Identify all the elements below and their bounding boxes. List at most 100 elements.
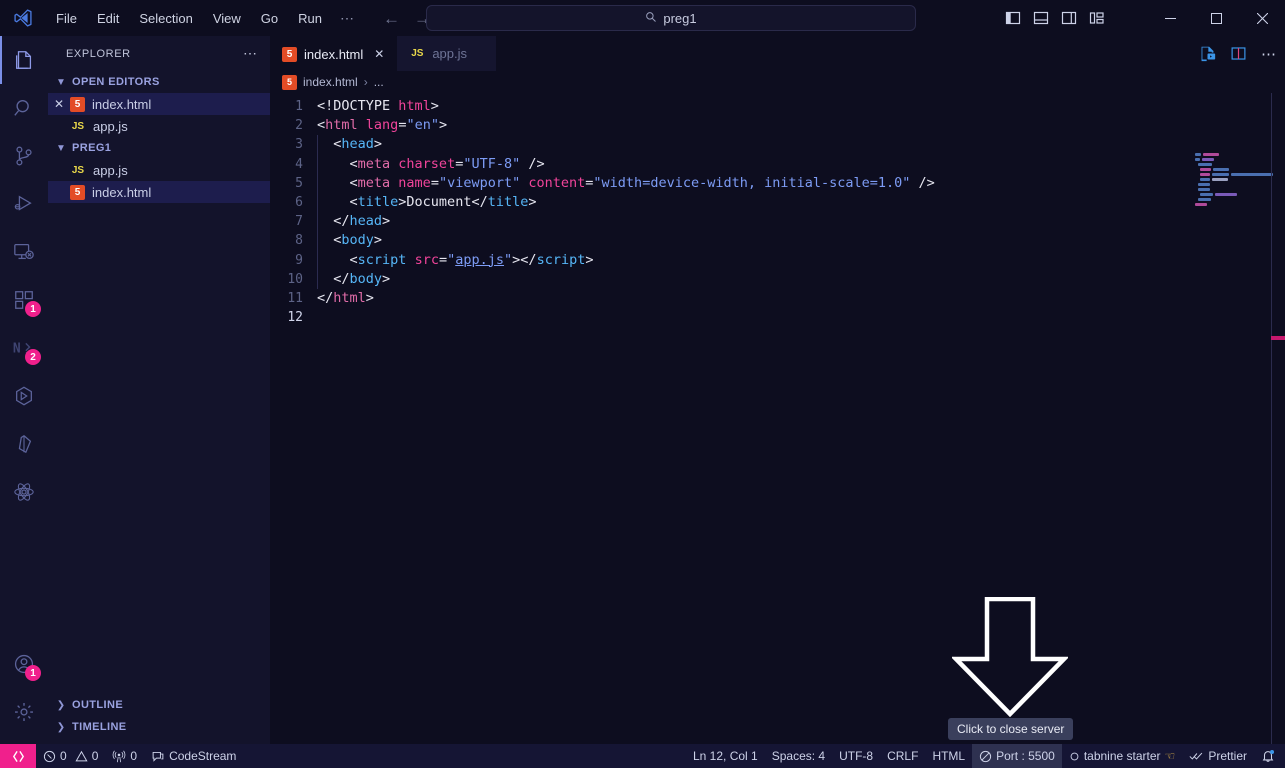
- line-number: 9: [295, 252, 303, 268]
- line-content[interactable]: <meta name="viewport" content="width=dev…: [317, 173, 1285, 193]
- menu-selection[interactable]: Selection: [130, 7, 201, 30]
- menu-overflow-icon[interactable]: ⋯: [332, 8, 363, 29]
- line-content[interactable]: <meta charset="UTF-8" />: [317, 154, 1285, 174]
- indent-guide: [317, 269, 318, 289]
- minimize-button[interactable]: [1147, 0, 1193, 36]
- status-codestream[interactable]: CodeStream: [144, 744, 243, 768]
- file-index-html[interactable]: 5 index.html: [48, 181, 270, 203]
- html5-icon: 5: [70, 96, 85, 112]
- code-token: html: [333, 289, 366, 306]
- section-open-editors[interactable]: ▼ OPEN EDITORS: [48, 71, 270, 93]
- menu-run[interactable]: Run: [289, 7, 331, 30]
- breadcrumb-file[interactable]: index.html: [303, 75, 358, 89]
- activity-source-control[interactable]: [0, 132, 48, 180]
- activity-remote-explorer[interactable]: [0, 228, 48, 276]
- code-token: "width=device-width, initial-scale=1.0": [593, 174, 911, 191]
- maximize-button[interactable]: [1193, 0, 1239, 36]
- activity-prisma[interactable]: [0, 420, 48, 468]
- section-timeline[interactable]: ❯ TIMELINE: [48, 716, 270, 738]
- section-preg1[interactable]: ▼ PREG1: [48, 137, 270, 159]
- status-eol[interactable]: CRLF: [880, 744, 925, 768]
- code-token: </: [471, 193, 488, 210]
- more-actions-icon[interactable]: ⋯: [1261, 45, 1277, 63]
- code-token: body: [349, 270, 383, 287]
- file-app-js[interactable]: JS app.js: [48, 159, 270, 181]
- status-prettier[interactable]: Prettier: [1182, 744, 1254, 768]
- remote-window-icon[interactable]: [0, 744, 36, 768]
- status-cursor-position[interactable]: Ln 12, Col 1: [686, 744, 765, 768]
- line-content[interactable]: <title>Document</title>: [317, 192, 1285, 213]
- toggle-panel-icon[interactable]: [1033, 10, 1049, 26]
- menu-edit[interactable]: Edit: [88, 7, 128, 30]
- menu-view[interactable]: View: [204, 7, 250, 30]
- code-token: meta: [357, 174, 391, 191]
- code-token: </: [317, 213, 350, 230]
- code-line: 11 </html>: [270, 289, 1285, 308]
- status-language-mode[interactable]: HTML: [925, 744, 972, 768]
- command-center[interactable]: preg1: [426, 5, 916, 31]
- line-content[interactable]: </html>: [317, 289, 1285, 308]
- code-token: Document: [406, 193, 472, 210]
- status-indentation[interactable]: Spaces: 4: [765, 744, 832, 768]
- customize-layout-icon[interactable]: [1089, 10, 1105, 26]
- line-content[interactable]: <script src="app.js"></script>: [317, 250, 1285, 270]
- html5-icon: 5: [70, 184, 85, 200]
- close-window-button[interactable]: [1239, 0, 1285, 36]
- code-token: content: [528, 174, 586, 191]
- editor-vertical-scrollbar[interactable]: [1271, 150, 1285, 744]
- toggle-secondary-sidebar-icon[interactable]: [1061, 10, 1077, 26]
- tab-index-html[interactable]: 5 index.html ✕: [270, 36, 398, 71]
- line-content[interactable]: <head>: [317, 135, 1285, 155]
- split-editor-icon[interactable]: [1230, 45, 1247, 62]
- code-token: html: [325, 117, 358, 134]
- tab-app-js[interactable]: JS app.js: [397, 36, 498, 71]
- line-content[interactable]: <!DOCTYPE html>: [317, 97, 1285, 116]
- activity-accounts[interactable]: 1: [0, 640, 48, 688]
- cursor-position-label: Ln 12, Col 1: [693, 749, 758, 763]
- open-editor-index-html[interactable]: ✕ 5 index.html: [48, 93, 270, 115]
- code-editor[interactable]: 1 <!DOCTYPE html> 2 <html lang="en"> 3 <head…: [270, 93, 1285, 744]
- line-content[interactable]: </body>: [317, 269, 1285, 289]
- activity-run-and-debug[interactable]: [0, 180, 48, 228]
- activity-extensions[interactable]: 1: [0, 276, 48, 324]
- toggle-primary-sidebar-icon[interactable]: [1005, 10, 1021, 26]
- explorer-sidebar: EXPLORER ⋯ ▼ OPEN EDITORS ✕ 5 index.html…: [48, 36, 270, 744]
- editor-tabs: 5 index.html ✕ JS app.js ⋯: [270, 36, 1285, 71]
- close-icon[interactable]: ✕: [48, 97, 70, 111]
- activity-docker[interactable]: [0, 372, 48, 420]
- minimap[interactable]: [1195, 153, 1273, 744]
- menu-file[interactable]: File: [47, 7, 86, 30]
- section-outline[interactable]: ❯ OUTLINE: [48, 694, 270, 716]
- status-problems[interactable]: 0 0: [36, 744, 105, 768]
- menu-go[interactable]: Go: [252, 7, 287, 30]
- line-content[interactable]: </head>: [317, 212, 1285, 232]
- line-number: 7: [295, 214, 303, 230]
- status-live-server-port[interactable]: Port : 5500: [972, 744, 1062, 768]
- code-token: script: [357, 251, 407, 268]
- activity-manage-settings[interactable]: [0, 688, 48, 736]
- code-token: />: [910, 174, 935, 191]
- activity-search[interactable]: [0, 84, 48, 132]
- status-ports[interactable]: 0: [105, 744, 144, 768]
- open-editor-app-js[interactable]: JS app.js: [48, 115, 270, 137]
- activity-explorer[interactable]: [0, 36, 48, 84]
- sidebar-empty-space: [48, 203, 270, 694]
- line-content[interactable]: <html lang="en">: [317, 116, 1285, 135]
- arrow-left-icon[interactable]: ←: [383, 10, 400, 27]
- javascript-icon: JS: [411, 48, 424, 59]
- code-token: />: [520, 155, 545, 172]
- warning-icon: [75, 750, 88, 761]
- status-notifications[interactable]: [1254, 744, 1285, 768]
- status-tabnine[interactable]: tabnine starter ☜: [1062, 744, 1182, 768]
- activity-nx-console[interactable]: N 2: [0, 324, 48, 372]
- close-icon[interactable]: ✕: [374, 47, 384, 61]
- vscode-window: File Edit Selection View Go Run ⋯ ← → pr…: [0, 0, 1285, 768]
- code-token: <: [317, 232, 342, 249]
- more-actions-icon[interactable]: ⋯: [243, 45, 258, 62]
- line-content[interactable]: <body>: [317, 231, 1285, 251]
- activity-react-tools[interactable]: [0, 468, 48, 516]
- open-preview-icon[interactable]: [1199, 45, 1216, 62]
- breadcrumb-more[interactable]: ...: [374, 75, 384, 89]
- status-encoding[interactable]: UTF-8: [832, 744, 880, 768]
